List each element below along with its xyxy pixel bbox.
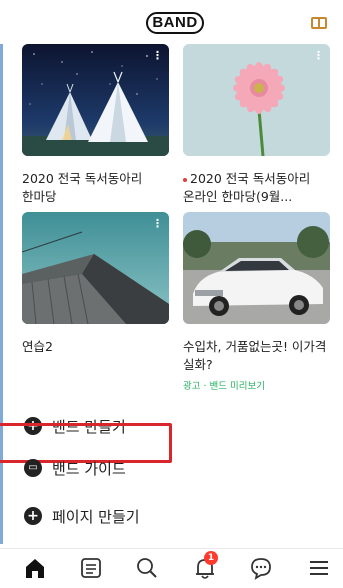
menu-label: 페이지 만들기 [52,507,140,526]
left-edge-accent [0,44,3,544]
barn-roof-photo[interactable]: ⋮ [22,212,169,324]
ad-preview-label[interactable]: 광고 · 밴드 미리보기 [183,378,330,392]
book-icon[interactable] [311,17,327,29]
card-title[interactable]: 2020 전국 독서동아리 한마당 [22,170,169,206]
plus-circle-icon: + [24,507,42,525]
pink-gerbera-photo[interactable]: ⋮ [183,44,330,156]
band-logo[interactable]: BAND [146,12,204,34]
band-card[interactable]: ⋮ 2020 전국 독서동아리 온라인 한마당(9월... [183,44,330,206]
create-page-button[interactable]: + 페이지 만들기 [24,504,140,528]
search-icon[interactable] [134,555,164,583]
card-title[interactable]: 연습2 [22,338,169,356]
chat-icon[interactable] [248,555,278,583]
notification-icon[interactable]: 1 [192,551,222,583]
more-options-icon[interactable]: ⋮ [152,50,163,61]
new-post-dot [183,177,187,182]
menu-label: 밴드 가이드 [52,459,126,478]
teepee-night-photo[interactable]: ⋮ [22,44,169,156]
white-sedan-photo[interactable] [183,212,330,324]
home-icon[interactable] [22,555,52,583]
more-options-icon[interactable]: ⋮ [313,50,324,61]
card-title[interactable]: 2020 전국 독서동아리 온라인 한마당(9월... [183,170,330,206]
book-circle-icon: ▭ [24,459,42,477]
menu-icon[interactable] [306,555,336,583]
notification-badge: 1 [204,551,218,565]
bottom-nav: 1 [0,548,343,588]
band-card[interactable]: ⋮ 2020 전국 독서동아리 한마당 [22,44,169,206]
more-options-icon[interactable]: ⋮ [152,218,163,229]
ad-title[interactable]: 수입차, 거품없는곳! 이가격 실화? [183,338,330,374]
top-header: BAND [0,0,343,44]
band-card[interactable]: ⋮ 연습2 [22,212,169,356]
band-guide-button[interactable]: ▭ 밴드 가이드 [24,456,126,480]
ad-card[interactable]: 수입차, 거품없는곳! 이가격 실화? 광고 · 밴드 미리보기 [183,212,330,392]
newsfeed-icon[interactable] [78,555,108,583]
